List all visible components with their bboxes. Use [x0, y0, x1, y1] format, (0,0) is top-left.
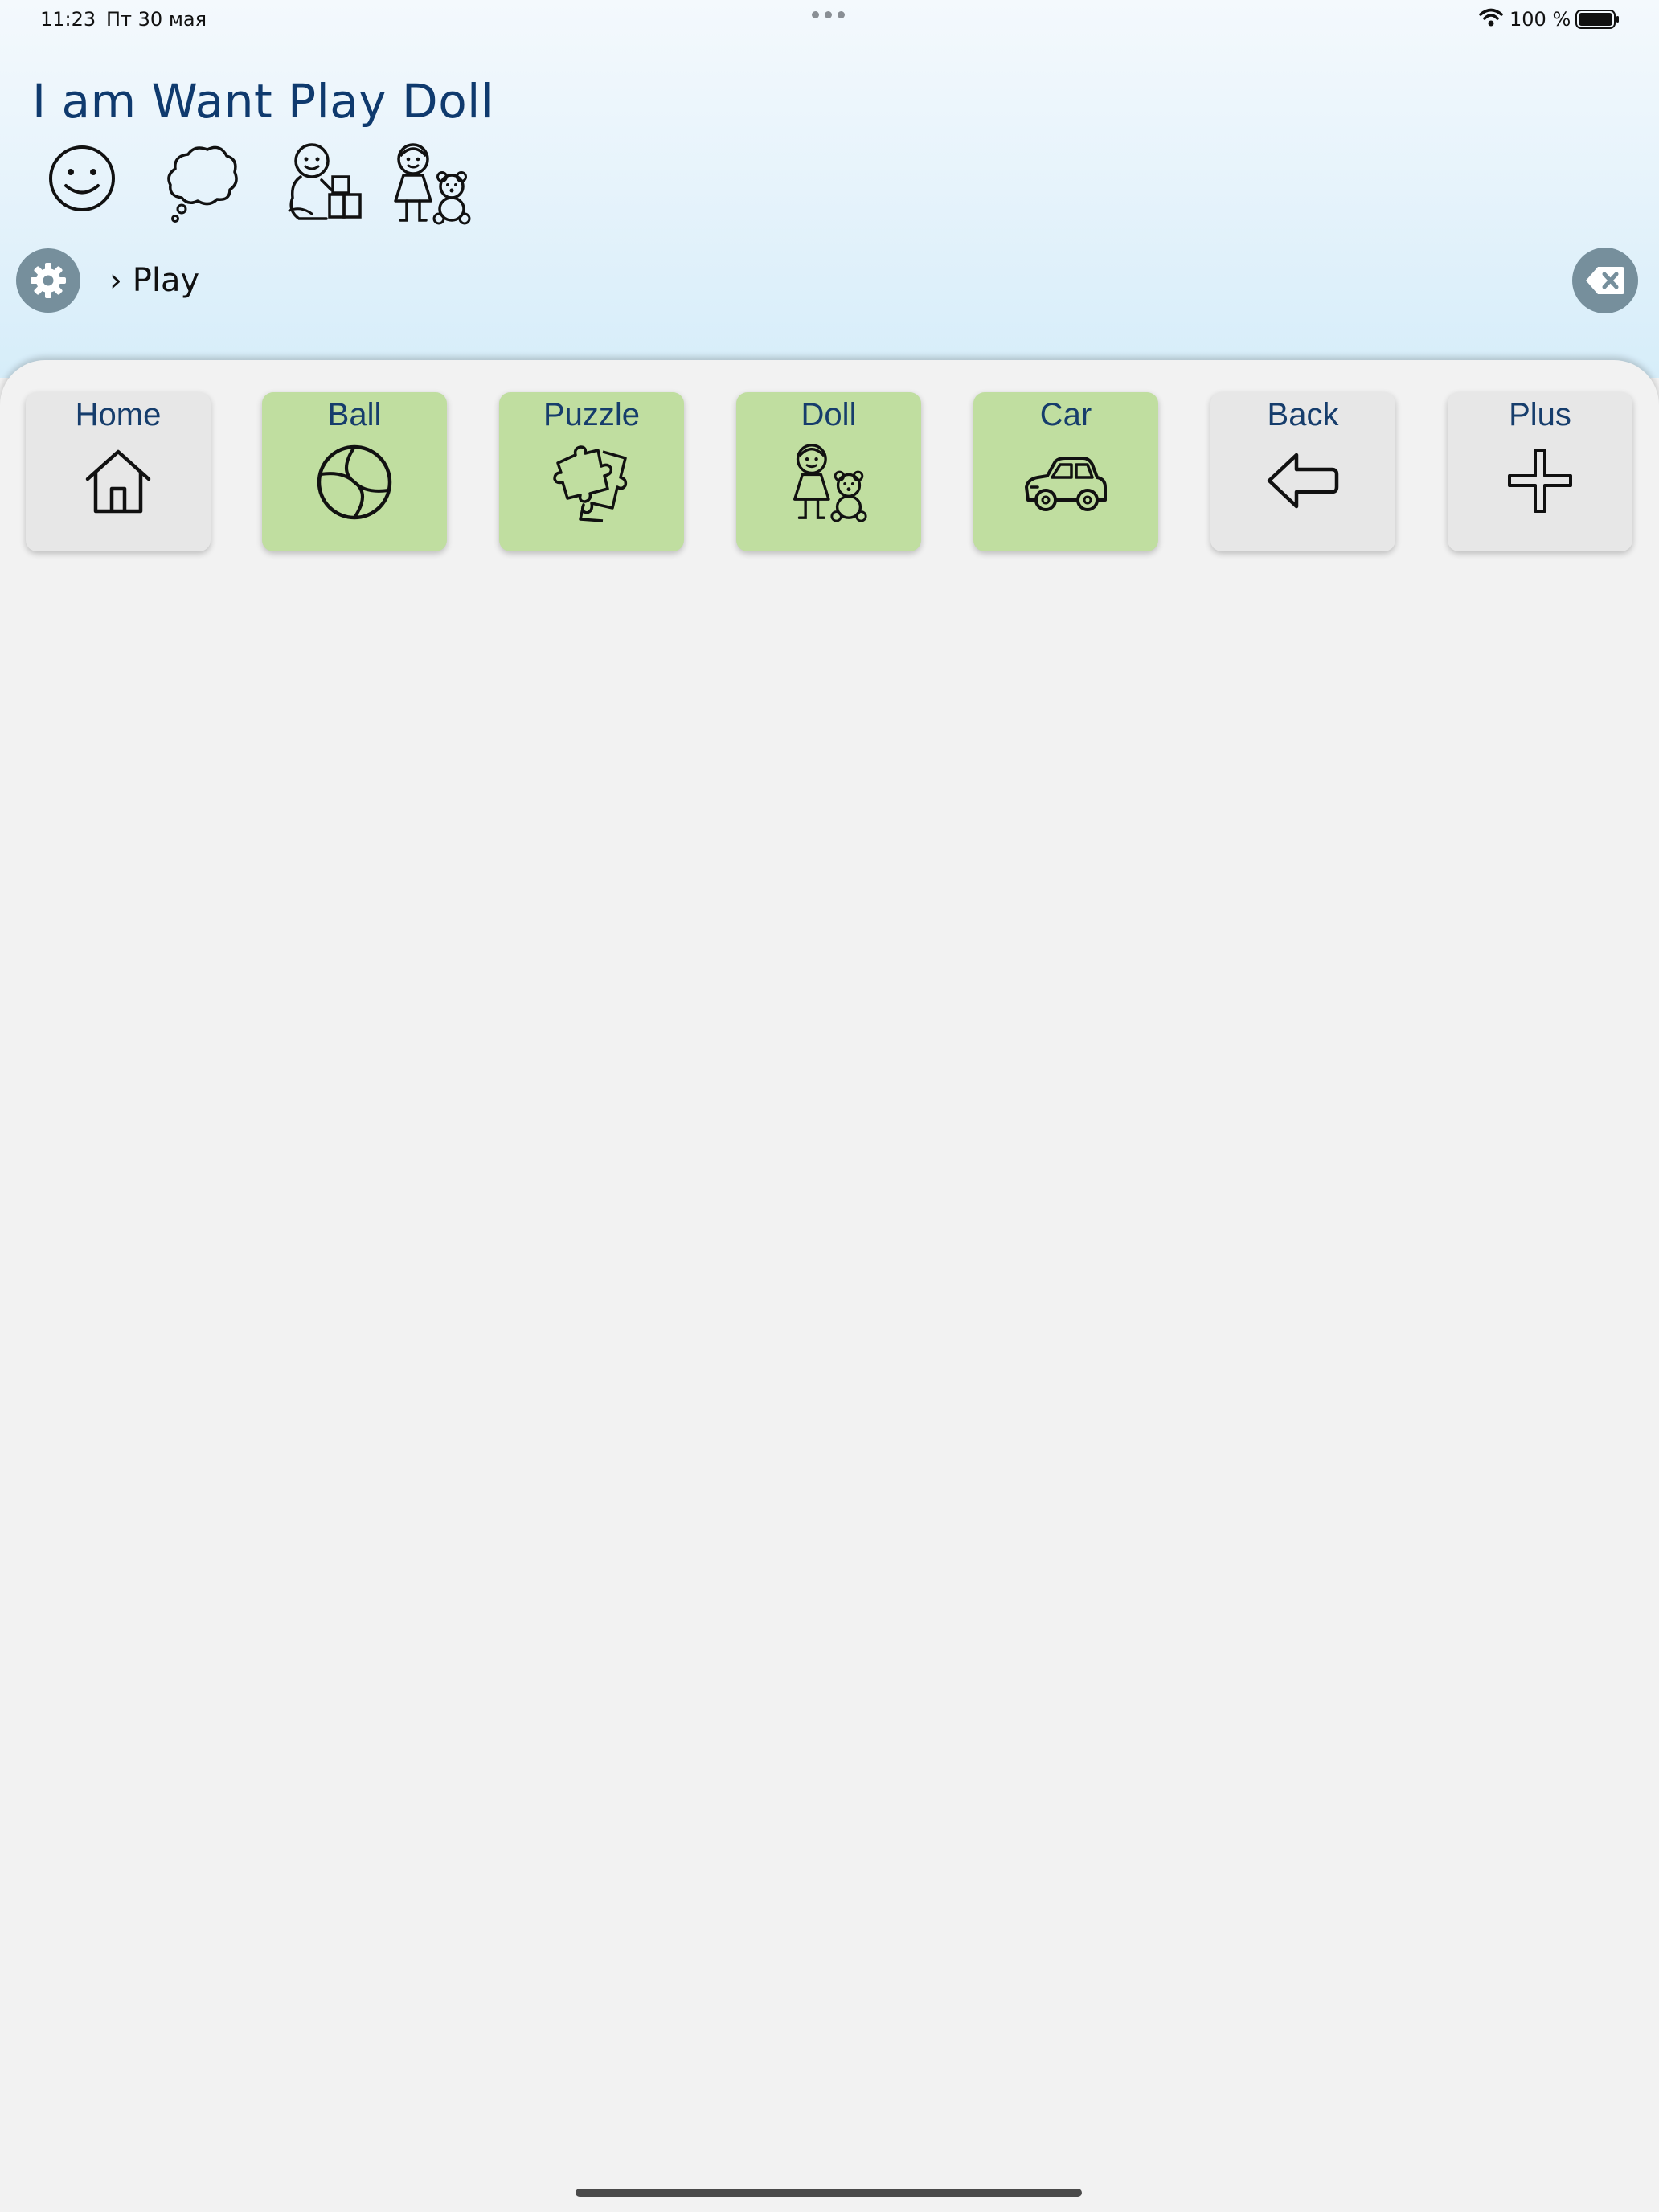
breadcrumb[interactable]: › Play	[109, 262, 199, 299]
symbol-board	[0, 360, 1659, 2212]
status-time: 11:23	[40, 8, 96, 31]
battery-percent: 100 %	[1509, 8, 1571, 31]
ball-icon	[317, 444, 392, 520]
puzzle-icon	[553, 445, 628, 522]
plus-icon	[1508, 449, 1572, 513]
status-date: Пт 30 мая	[106, 8, 207, 31]
delete-button[interactable]	[1572, 248, 1638, 313]
battery-icon	[1575, 10, 1619, 29]
girl-teddy-bear-icon	[793, 444, 867, 522]
puzzle-tile[interactable]: Puzzle	[499, 392, 684, 551]
tile-label: Car	[1039, 397, 1092, 432]
doll-tile[interactable]: Doll	[736, 392, 921, 551]
arrow-left-icon	[1267, 453, 1339, 509]
back-tile[interactable]: Back	[1210, 392, 1395, 551]
multitasking-dots[interactable]	[812, 11, 845, 18]
ball-tile[interactable]: Ball	[262, 392, 447, 551]
plus-tile[interactable]: Plus	[1448, 392, 1632, 551]
settings-button[interactable]	[16, 248, 80, 313]
sentence-header: 11:23 Пт 30 мая 100 % I am Want Play Dol…	[0, 0, 1659, 378]
tile-label: Ball	[327, 397, 382, 432]
tile-label: Doll	[801, 397, 857, 432]
tile-label: Home	[75, 397, 162, 432]
home-tile[interactable]: Home	[26, 392, 211, 551]
status-bar: 11:23 Пт 30 мая 100 %	[0, 0, 1659, 39]
breadcrumb-separator: ›	[109, 262, 122, 299]
car-icon	[1025, 457, 1107, 511]
backspace-icon	[1586, 267, 1624, 294]
girl-teddy-bear-icon	[394, 143, 471, 225]
tile-label: Puzzle	[543, 397, 641, 432]
gear-icon	[31, 263, 66, 298]
wifi-icon	[1479, 8, 1503, 27]
house-icon	[85, 449, 151, 514]
breadcrumb-current: Play	[132, 262, 200, 299]
thought-cloud-icon	[167, 145, 238, 223]
car-tile[interactable]: Car	[973, 392, 1158, 551]
home-indicator[interactable]	[576, 2189, 1082, 2197]
sentence-text[interactable]: I am Want Play Doll	[32, 74, 494, 129]
tile-label: Back	[1267, 397, 1339, 432]
child-playing-blocks-icon	[288, 143, 362, 220]
smile-face-icon	[49, 145, 115, 211]
tile-label: Plus	[1509, 397, 1571, 432]
